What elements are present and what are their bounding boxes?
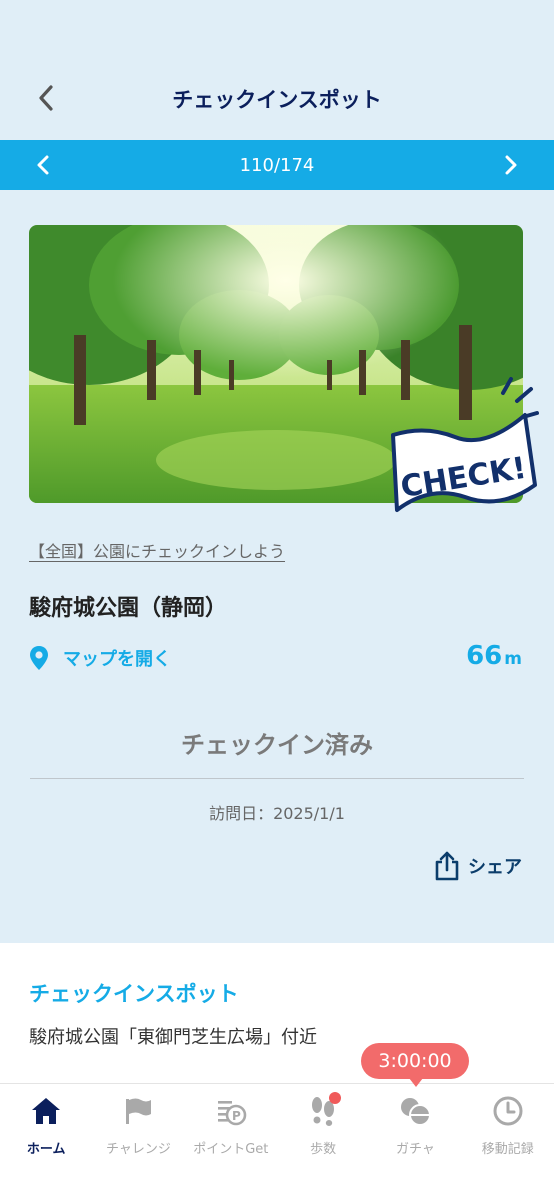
gacha-icon: [401, 1098, 432, 1126]
tab-gacha[interactable]: ガチャ: [369, 1084, 461, 1199]
open-map-label: マップを開く: [63, 649, 171, 670]
clock-icon: [493, 1096, 523, 1126]
distance-unit: m: [504, 649, 522, 669]
share-label: シェア: [468, 857, 522, 878]
divider: [30, 778, 524, 779]
next-spot-button[interactable]: [495, 149, 527, 181]
check-badge: CHECK!: [385, 375, 540, 525]
category-link[interactable]: 【全国】公園にチェックインしよう: [29, 538, 285, 562]
location-pin-icon: [30, 646, 48, 670]
tab-home-label: ホーム: [26, 1142, 66, 1157]
tab-history-label: 移動記録: [481, 1142, 534, 1157]
tab-steps[interactable]: 歩数: [277, 1084, 369, 1199]
distance-readout: 66 m: [466, 641, 522, 671]
previous-spot-button[interactable]: [27, 149, 59, 181]
spot-name: 駿府城公園（静岡）: [29, 596, 228, 621]
bottom-tab-bar: ホーム チャレンジ P ポイントGet 歩数 ガチャ 移動記録: [0, 1083, 554, 1199]
tab-steps-label: 歩数: [310, 1142, 337, 1157]
tab-gacha-label: ガチャ: [396, 1142, 435, 1157]
visit-date: 訪問日：2025/1/1: [209, 804, 345, 823]
tab-home[interactable]: ホーム: [0, 1084, 92, 1199]
tab-points-label: ポイントGet: [193, 1142, 269, 1157]
spot-info-panel: チェックインスポット 駿府城公園「東御門芝生広場」付近: [0, 943, 554, 1083]
tab-challenge-label: チャレンジ: [106, 1142, 171, 1157]
spot-pager: 110/174: [0, 140, 554, 190]
info-title: チェックインスポット: [29, 982, 239, 1006]
checkin-status: チェックイン済み: [181, 731, 373, 759]
share-button[interactable]: シェア: [434, 851, 522, 881]
home-icon: [32, 1098, 61, 1124]
tab-challenge[interactable]: チャレンジ: [92, 1084, 184, 1199]
chevron-right-icon: [505, 155, 517, 175]
svg-text:P: P: [232, 1109, 241, 1123]
tab-history[interactable]: 移動記録: [462, 1084, 554, 1199]
flag-icon: [126, 1098, 152, 1124]
share-icon: [435, 851, 459, 881]
page-title: チェックインスポット: [172, 88, 382, 112]
distance-value: 66: [466, 641, 503, 671]
tab-points[interactable]: P ポイントGet: [185, 1084, 277, 1199]
pager-counter: 110/174: [239, 154, 315, 176]
header: チェックインスポット: [0, 0, 554, 140]
chevron-left-icon: [37, 155, 49, 175]
open-map-button[interactable]: マップを開く: [29, 645, 171, 671]
steps-notification-dot: [328, 1092, 341, 1104]
points-icon: P: [217, 1101, 247, 1126]
info-location-text: 駿府城公園「東御門芝生広場」付近: [29, 1027, 317, 1048]
gacha-timer-badge: 3:00:00: [361, 1043, 469, 1087]
